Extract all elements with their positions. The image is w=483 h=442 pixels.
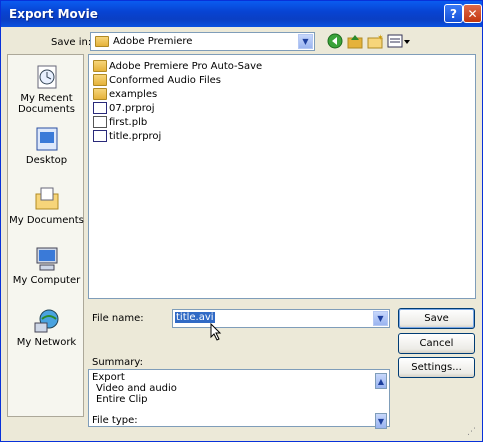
help-button[interactable]: ? — [444, 4, 463, 23]
list-item[interactable]: Conformed Audio Files — [93, 73, 221, 87]
resize-grip-icon[interactable]: ⋰ — [467, 427, 476, 437]
list-item[interactable]: 07.prproj — [93, 101, 155, 115]
settings-button[interactable]: Settings... — [398, 357, 475, 378]
list-item[interactable]: examples — [93, 87, 157, 101]
new-folder-icon[interactable]: ✶ — [367, 33, 384, 49]
desktop-icon — [36, 127, 57, 151]
close-button[interactable]: ✕ — [463, 4, 482, 23]
plb-icon — [93, 116, 107, 128]
save-in-combo[interactable]: Adobe Premiere ▼ — [90, 32, 315, 51]
summary-label: Summary: — [92, 357, 143, 368]
list-item[interactable]: first.plb — [93, 115, 147, 129]
svg-text:✶: ✶ — [377, 33, 383, 42]
export-movie-dialog: Export Movie ? ✕ Save in: Adobe Premiere… — [0, 0, 483, 442]
file-list[interactable]: Adobe Premiere Pro Auto-Save Conformed A… — [88, 54, 476, 299]
list-item[interactable]: Adobe Premiere Pro Auto-Save — [93, 59, 262, 73]
file-type-label: File type: — [92, 415, 138, 426]
window-title: Export Movie — [9, 7, 98, 21]
place-label: My Network — [16, 337, 77, 348]
file-name: first.plb — [109, 116, 148, 128]
up-folder-icon[interactable] — [347, 33, 363, 49]
folder-icon — [93, 88, 107, 100]
list-item[interactable]: title.prproj — [93, 129, 161, 143]
places-bar: My Recent Documents Desktop My Documents… — [7, 54, 84, 417]
file-name: 07.prproj — [109, 102, 155, 114]
save-in-value: Adobe Premiere — [113, 36, 193, 47]
summary-line: Entire Clip — [96, 394, 148, 405]
file-name: Conformed Audio Files — [109, 74, 221, 86]
place-desktop[interactable]: Desktop — [8, 125, 85, 166]
my-computer-icon — [36, 247, 57, 271]
place-network[interactable]: My Network — [8, 307, 85, 348]
file-name: examples — [109, 88, 158, 100]
summary-line: Video and audio — [96, 383, 177, 394]
prproj-icon — [93, 130, 107, 142]
file-name: title.prproj — [109, 130, 162, 142]
place-label: My Recent Documents — [17, 93, 76, 115]
summary-scroll-down-icon[interactable]: ▼ — [375, 413, 387, 429]
summary-line: Export — [92, 372, 125, 383]
place-label: Desktop — [25, 155, 68, 166]
cancel-button[interactable]: Cancel — [398, 333, 475, 354]
folder-icon — [93, 74, 107, 86]
title-bar[interactable]: Export Movie ? ✕ — [1, 1, 482, 27]
save-in-label: Save in: — [51, 37, 92, 48]
place-documents[interactable]: My Documents — [8, 185, 85, 226]
file-name-value[interactable]: title.avi — [175, 312, 215, 323]
file-name-label: File name: — [92, 313, 144, 324]
summary-scroll-up-icon[interactable]: ▲ — [375, 373, 387, 389]
save-button[interactable]: Save — [398, 308, 475, 329]
chevron-down-icon[interactable]: ▼ — [298, 34, 313, 49]
place-computer[interactable]: My Computer — [8, 245, 85, 286]
folder-icon — [93, 60, 107, 72]
my-documents-icon — [35, 187, 58, 210]
place-recent[interactable]: My Recent Documents — [8, 63, 85, 115]
view-menu-icon[interactable] — [387, 33, 411, 49]
summary-box: Export Video and audio Entire Clip File … — [88, 369, 390, 427]
chevron-down-icon[interactable]: ▼ — [373, 311, 388, 326]
file-name-field[interactable]: title.avi ▼ — [172, 309, 390, 328]
my-network-icon — [34, 309, 58, 333]
place-label: My Computer — [12, 275, 81, 286]
back-icon[interactable] — [327, 33, 343, 49]
place-label: My Documents — [9, 215, 84, 226]
mouse-cursor-icon — [210, 323, 222, 341]
prproj-icon — [93, 102, 107, 114]
file-name: Adobe Premiere Pro Auto-Save — [109, 60, 263, 72]
folder-icon — [95, 36, 109, 47]
recent-documents-icon — [37, 65, 56, 89]
